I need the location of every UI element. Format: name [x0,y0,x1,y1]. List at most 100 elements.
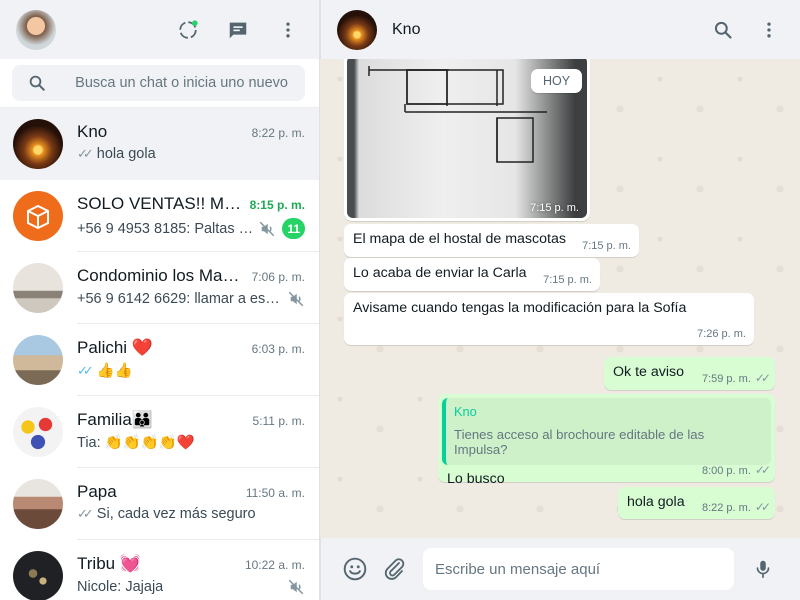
chat-time: 8:22 p. m. [251,126,305,140]
message-list: 7:15 p. m. HOY El mapa de el hostal de m… [320,59,800,540]
chat-item-condominio[interactable]: Condominio los Maitenes 7:06 p. m. +56 9… [0,252,319,324]
chat-body: Papa 11:50 a. m. ✓✓ Si, cada vez más seg… [77,468,319,540]
message-time: 7:26 p. m. [697,328,746,340]
chat-name: Papa [77,482,117,501]
chat-item-palichi[interactable]: Palichi ❤️ 6:03 p. m. ✓✓ 👍👍 [0,324,319,396]
preview-text: Si, cada vez más seguro [96,506,256,522]
preview-text: Tia: 👏👏👏👏❤️ [77,435,195,451]
composer [320,538,800,600]
chat-sidebar: Kno 8:22 p. m. ✓✓ hola gola SOLO VENTAS!… [0,0,320,600]
status-icon[interactable] [175,17,201,43]
message-time: 8:22 p. m. [701,502,751,514]
message-time: 7:15 p. m. [543,274,592,286]
double-check-icon: ✓✓ [77,506,94,521]
chat-body: Kno 8:22 p. m. ✓✓ hola gola [77,108,319,180]
chat-time: 11:50 a. m. [245,486,305,500]
avatar [13,407,63,457]
profile-avatar[interactable] [16,9,56,50]
avatar [13,119,63,169]
message-text: Avisame cuando tengas la modificación pa… [353,300,687,316]
chat-body: Familia👪 5:11 p. m. Tia: 👏👏👏👏❤️ [77,396,319,468]
chat-item-tribu[interactable]: Tribu 💓 10:22 a. m. Nicole: Jajaja [0,540,319,600]
chat-body: SOLO VENTAS!! MAULE 8:15 p. m. +56 9 495… [77,180,319,252]
preview-text: hola gola [96,146,156,162]
incoming-message[interactable]: Lo acaba de enviar la Carla 7:15 p. m. [344,258,600,291]
outgoing-reply-message[interactable]: Kno Tienes acceso al brochoure editable … [438,394,775,487]
chat-name: Condominio los Maitenes [77,266,242,285]
chat-item-familia[interactable]: Familia👪 5:11 p. m. Tia: 👏👏👏👏❤️ [0,396,319,468]
search-icon[interactable] [28,73,47,93]
preview-text: Nicole: Jajaja [77,579,164,595]
chat-item-papa[interactable]: Papa 11:50 a. m. ✓✓ Si, cada vez más seg… [0,468,319,540]
muted-icon [288,291,304,307]
emoji-icon[interactable] [341,555,369,583]
attach-icon[interactable] [381,555,409,583]
chat-time: 10:22 a. m. [244,558,305,572]
chat-time: 7:06 p. m. [251,270,305,284]
message-time: 8:00 p. m. [701,465,751,477]
muted-icon [288,579,304,595]
conversation-pane: Kno 7:15 p. m. HOY El mapa de el hostal … [320,0,800,600]
chat-item-solo-ventas[interactable]: SOLO VENTAS!! MAULE 8:15 p. m. +56 9 495… [0,180,319,252]
chat-preview: ✓✓ hola gola [77,146,156,162]
muted-icon [260,221,275,236]
menu-icon[interactable] [756,17,782,43]
conversation-header[interactable]: Kno [320,0,800,59]
avatar [13,551,63,600]
preview-text: 👍👍 [96,363,133,379]
chat-name: Kno [77,122,108,141]
avatar [13,191,63,241]
chat-preview: +56 9 6142 6629: llamar a eseñor [77,291,282,307]
sidebar-header [0,0,319,59]
chat-preview: ✓✓ 👍👍 [77,362,133,380]
image-time: 7:15 p. m. [530,202,579,214]
avatar [13,479,63,529]
avatar [13,335,63,385]
chat-preview: Nicole: Jajaja [77,579,163,595]
incoming-message[interactable]: Avisame cuando tengas la modificación pa… [344,293,754,345]
chat-name: Tribu 💓 [77,554,141,573]
contact-avatar[interactable] [337,9,377,50]
preview-text: +56 9 4953 8185: Paltas a domicilio [77,220,257,237]
chat-body: Palichi ❤️ 6:03 p. m. ✓✓ 👍👍 [77,324,319,396]
message-input[interactable] [423,548,734,590]
search-icon[interactable] [710,17,736,43]
message-text: Lo acaba de enviar la Carla [353,265,527,281]
outgoing-message[interactable]: Ok te aviso 7:59 p. m. ✓✓ [604,357,775,390]
search-input[interactable] [75,75,305,91]
chat-preview: Tia: 👏👏👏👏❤️ [77,434,195,451]
message-text: Ok te aviso [613,364,684,380]
message-text: Lo busco [447,471,505,487]
outgoing-message[interactable]: hola gola 8:22 p. m. ✓✓ [618,487,775,519]
incoming-message[interactable]: El mapa de el hostal de mascotas 7:15 p.… [344,224,639,257]
double-check-icon: ✓✓ [754,500,771,514]
new-chat-icon[interactable] [225,17,251,43]
chat-name: Familia👪 [77,410,153,429]
chat-body: Condominio los Maitenes 7:06 p. m. +56 9… [77,252,319,324]
quote-text: Tienes acceso al brochoure editable de l… [454,427,705,457]
date-chip: HOY [531,69,583,93]
store-box-icon [27,204,49,230]
chat-body: Tribu 💓 10:22 a. m. Nicole: Jajaja [77,540,319,600]
double-check-icon: ✓✓ [77,362,94,378]
avatar [13,263,63,313]
message-time: 7:59 p. m. [701,373,751,385]
preview-text: +56 9 6142 6629: llamar a eseñor [77,291,282,307]
message-text: El mapa de el hostal de mascotas [353,231,566,247]
double-check-icon: ✓✓ [77,146,94,161]
microphone-icon[interactable] [749,555,777,583]
menu-icon[interactable] [275,17,301,43]
search-area [0,59,319,108]
unread-badge: 11 [282,218,305,239]
quote-author: Kno [454,404,477,419]
quoted-message[interactable]: Kno Tienes acceso al brochoure editable … [442,398,771,465]
search-box[interactable] [12,65,305,101]
chat-preview: ✓✓ Si, cada vez más seguro [77,506,256,522]
chat-time: 6:03 p. m. [251,342,305,356]
double-check-icon: ✓✓ [754,371,771,385]
message-time: 7:15 p. m. [582,240,631,252]
double-check-icon: ✓✓ [754,463,771,477]
contact-name[interactable]: Kno [392,21,420,39]
chat-list: Kno 8:22 p. m. ✓✓ hola gola SOLO VENTAS!… [0,108,319,600]
chat-item-kno[interactable]: Kno 8:22 p. m. ✓✓ hola gola [0,108,319,180]
